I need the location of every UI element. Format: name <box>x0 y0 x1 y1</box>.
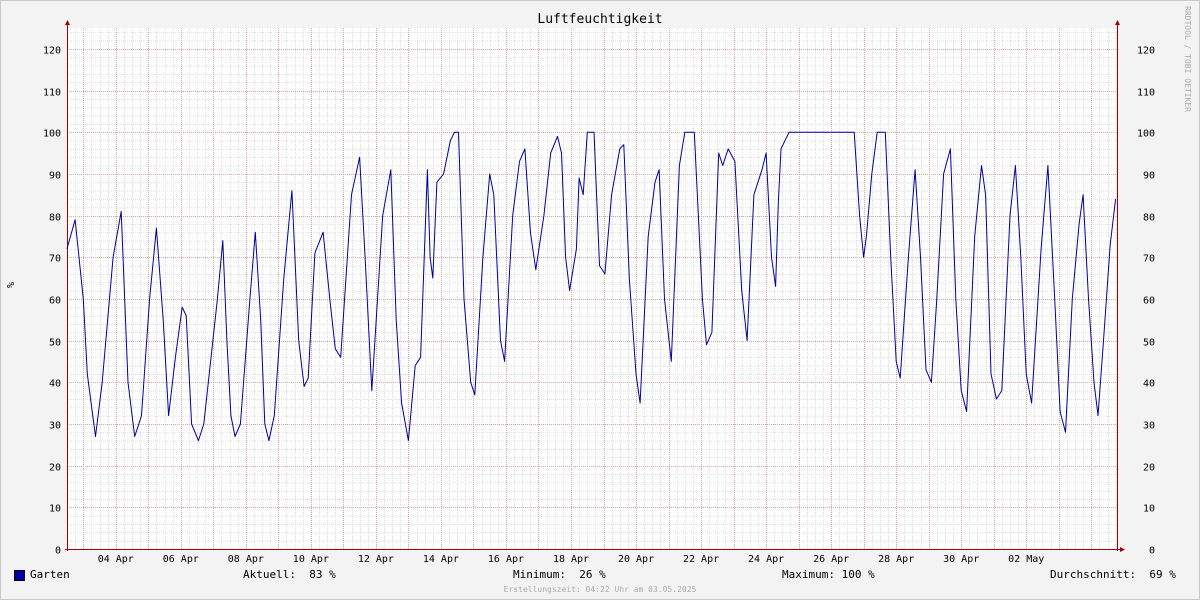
x-tick-label: 26 Apr <box>813 554 849 565</box>
y-tick-label-right: 70 <box>1143 254 1155 265</box>
y-tick-label-left: 100 <box>43 129 61 140</box>
y-tick-label-right: 40 <box>1143 379 1155 390</box>
footer-timestamp: Erstellungszeit: 04:22 Uhr am 03.05.2025 <box>503 585 697 594</box>
y-tick-label-right: 100 <box>1137 129 1155 140</box>
y-tick-label-right: 10 <box>1143 504 1155 515</box>
y-tick-label-left: 40 <box>49 379 61 390</box>
y-tick-label-left: 50 <box>49 338 61 349</box>
y-tick-label-right: 30 <box>1143 421 1155 432</box>
y-tick-label-right: 50 <box>1143 338 1155 349</box>
y-tick-label-left: 70 <box>49 254 61 265</box>
legend-swatch <box>14 570 25 581</box>
y-tick-label-right: 20 <box>1143 463 1155 474</box>
x-tick-label: 18 Apr <box>553 554 589 565</box>
x-tick-label: 10 Apr <box>293 554 329 565</box>
y-tick-label-right: 60 <box>1143 296 1155 307</box>
y-tick-label-right: 90 <box>1143 171 1155 182</box>
x-tick-label: 24 Apr <box>748 554 784 565</box>
y-tick-label-right: 120 <box>1137 46 1155 57</box>
legend-minimum: Minimum: 26 % <box>513 568 606 581</box>
y-tick-label-right: 0 <box>1149 546 1155 557</box>
y-tick-label-left: 10 <box>49 504 61 515</box>
x-tick-label: 12 Apr <box>358 554 394 565</box>
x-tick-label: 08 Apr <box>228 554 264 565</box>
x-tick-label: 06 Apr <box>163 554 199 565</box>
x-tick-label: 04 Apr <box>98 554 134 565</box>
y-tick-label-left: 20 <box>49 463 61 474</box>
x-tick-label: 28 Apr <box>878 554 914 565</box>
x-tick-label: 20 Apr <box>618 554 654 565</box>
legend-current: Aktuell: 83 % <box>243 568 336 581</box>
y-tick-label-left: 110 <box>43 88 61 99</box>
x-tick-label: 30 Apr <box>943 554 979 565</box>
x-tick-label: 16 Apr <box>488 554 524 565</box>
y-tick-label-left: 120 <box>43 46 61 57</box>
chart-title: Luftfeuchtigkeit <box>537 12 663 27</box>
legend-maximum: Maximum: 100 % <box>782 568 875 581</box>
x-tick-label: 02 May <box>1008 554 1044 565</box>
y-tick-label-left: 90 <box>49 171 61 182</box>
chart: 0 0 10 10 20 20 30 30 40 40 50 50 60 60 70 70 80 80 90 90 10… <box>0 0 1200 600</box>
watermark: RRDTOOL / TOBI OETIKER <box>1183 6 1192 112</box>
y-axis-unit-left: % <box>4 282 15 289</box>
x-tick-label: 14 Apr <box>423 554 459 565</box>
legend-series-name: Garten <box>30 568 70 581</box>
y-tick-label-right: 110 <box>1137 88 1155 99</box>
y-tick-label-right: 80 <box>1143 213 1155 224</box>
y-tick-label-left: 0 <box>55 546 61 557</box>
x-tick-label: 22 Apr <box>683 554 719 565</box>
y-tick-label-left: 30 <box>49 421 61 432</box>
x-axis-arrow <box>1120 547 1125 552</box>
y-tick-label-left: 80 <box>49 213 61 224</box>
legend-average: Durchschnitt: 69 % <box>1050 568 1176 581</box>
y-tick-label-left: 60 <box>49 296 61 307</box>
